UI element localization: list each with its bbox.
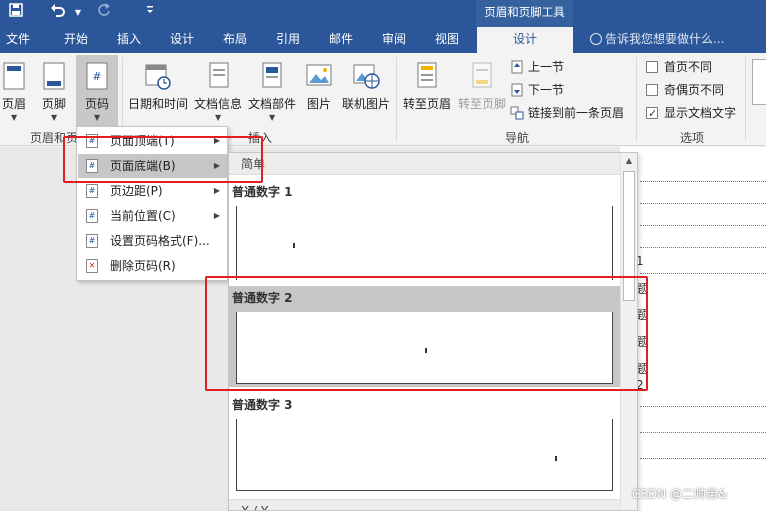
page-number-icon: # [86,62,108,90]
calendar-clock-icon [145,64,171,90]
toc-leader [640,225,766,226]
dropdown-caret-icon: ▼ [94,113,101,122]
group-label-navigation: 导航 [504,131,529,145]
customize-qat-icon[interactable] [140,3,160,23]
link-to-previous-button[interactable]: 链接到前一条页眉 [510,103,624,123]
link-chain-icon [510,106,524,120]
tab-header-footer-design[interactable]: 设计 [477,27,573,53]
gallery-thumbnail [236,206,613,280]
format-page-number-icon: # [86,234,98,248]
different-first-page-checkbox[interactable]: 首页不同 [646,57,712,77]
footer-icon [43,62,65,90]
annotation-box [63,136,263,183]
title-bar: ▼ 页眉和页脚工具 [0,0,766,27]
undo-dropdown-icon[interactable]: ▼ [68,3,88,23]
lightbulb-icon [590,33,602,45]
previous-section-button[interactable]: 上一节 [510,57,564,77]
goto-footer-button: 转至页脚 [456,55,508,125]
menu-item-current-position[interactable]: # 当前位置(C) ▶ [78,204,228,228]
redo-icon [94,3,114,23]
scroll-up-icon[interactable]: ▲ [621,153,637,169]
page-number-button[interactable]: # 页码 ▼ [76,55,118,127]
gallery-section-header: X / Y [229,499,621,510]
svg-text:#: # [92,70,101,83]
checkbox-box[interactable] [646,84,658,96]
remove-page-number-icon: ✕ [86,259,98,273]
tab-insert[interactable]: 插入 [108,27,150,53]
tab-review[interactable]: 审阅 [373,27,415,53]
online-picture-button[interactable]: 联机图片 [340,55,392,125]
current-position-icon: # [86,209,98,223]
gallery-item-plain-number-3[interactable]: 普通数字 3 [229,393,621,493]
different-odd-even-checkbox[interactable]: 奇偶页不同 [646,80,724,100]
toc-leader [640,458,766,459]
menu-item-remove-page-numbers[interactable]: ✕ 删除页码(R) [78,254,228,278]
footer-button[interactable]: 页脚 ▼ [36,55,72,125]
quick-parts-button[interactable]: 文档部件 ▼ [246,55,298,125]
dropdown-caret-icon: ▼ [11,113,18,122]
goto-header-button[interactable]: 转至页眉 [400,55,454,125]
next-section-icon [511,83,523,97]
tab-view[interactable]: 视图 [426,27,468,53]
group-divider [745,57,746,141]
checkbox-box-checked[interactable] [646,104,658,124]
page-number-marker [293,243,295,248]
goto-header-icon [417,62,437,88]
menu-item-format-page-numbers[interactable]: # 设置页码格式(F)... [78,229,228,253]
gallery-thumbnail [236,419,613,491]
tell-me-box[interactable]: 告诉我您想要做什么... [590,27,724,53]
previous-section-icon [511,60,523,74]
undo-icon[interactable] [48,3,68,23]
tab-layout[interactable]: 布局 [214,27,256,53]
tab-references[interactable]: 引用 [267,27,309,53]
online-picture-icon [353,64,380,89]
save-icon[interactable] [6,3,26,23]
dropdown-caret-icon: ▼ [51,113,58,122]
checkbox-box[interactable] [646,61,658,73]
tab-file[interactable]: 文件 [0,27,36,53]
submenu-arrow-icon: ▶ [213,211,220,220]
toc-leader [640,247,766,248]
show-document-text-checkbox[interactable]: 显示文档文字 [646,103,736,124]
annotation-box [205,276,648,391]
gallery-item-plain-number-1[interactable]: 普通数字 1 [229,180,621,280]
quick-parts-icon [262,62,282,88]
group-label-options: 选项 [679,131,704,145]
picture-button[interactable]: 图片 [300,55,338,125]
dropdown-caret-icon: ▼ [269,113,276,122]
document-info-icon [209,62,229,88]
toc-leader [640,203,766,204]
goto-footer-icon [472,62,492,88]
ribbon-tab-bar: 文件 开始 插入 设计 布局 引用 邮件 审阅 视图 设计 告诉我您想要做什么.… [0,27,766,53]
picture-icon [306,64,332,86]
date-time-button[interactable]: 日期和时间 [126,55,190,125]
contextual-tab-group-title: 页眉和页脚工具 [476,0,573,27]
toc-leader [640,432,766,433]
page-margin-icon: # [86,184,98,198]
header-button[interactable]: 页眉 ▼ [0,55,28,125]
group-divider [396,57,397,141]
toc-leader [640,181,766,182]
group-divider [636,57,637,141]
tab-mailings[interactable]: 邮件 [320,27,362,53]
watermark: CSDN @二帅弟& [632,487,728,501]
gallery-section-header: 简单 [229,153,621,175]
next-section-button[interactable]: 下一节 [510,80,564,100]
toc-leader [640,273,766,274]
page-number-marker [555,456,557,461]
document-info-button[interactable]: 文档信息 ▼ [192,55,244,125]
dropdown-caret-icon: ▼ [215,113,222,122]
position-group-icon[interactable] [752,59,766,105]
toc-leader [640,406,766,407]
header-icon [3,62,25,90]
tab-design[interactable]: 设计 [161,27,203,53]
tab-home[interactable]: 开始 [55,27,97,53]
